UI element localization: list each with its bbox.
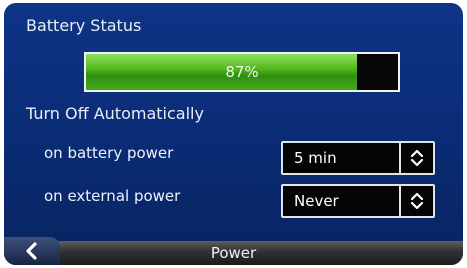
power-settings-screen: Battery Status 87% Turn Off Automaticall… <box>4 3 463 265</box>
screen-title: Power <box>210 244 257 262</box>
battery-power-select-value: 5 min <box>294 149 337 167</box>
external-power-select[interactable]: Never <box>281 184 435 218</box>
external-power-select-value: Never <box>294 192 339 210</box>
battery-status-title: Battery Status <box>26 16 142 35</box>
battery-power-select[interactable]: 5 min <box>281 141 435 175</box>
external-power-label: on external power <box>44 187 181 205</box>
turn-off-automatically-title: Turn Off Automatically <box>26 104 204 123</box>
up-down-chevron-icon <box>410 149 424 167</box>
external-power-stepper[interactable] <box>399 186 433 216</box>
battery-power-stepper[interactable] <box>399 143 433 173</box>
up-down-chevron-icon <box>410 192 424 210</box>
battery-level-bar: 87% <box>84 52 400 92</box>
back-button[interactable] <box>4 237 60 265</box>
chevron-left-icon <box>26 242 37 260</box>
battery-level-text: 87% <box>225 63 259 81</box>
battery-power-label: on battery power <box>44 144 174 162</box>
